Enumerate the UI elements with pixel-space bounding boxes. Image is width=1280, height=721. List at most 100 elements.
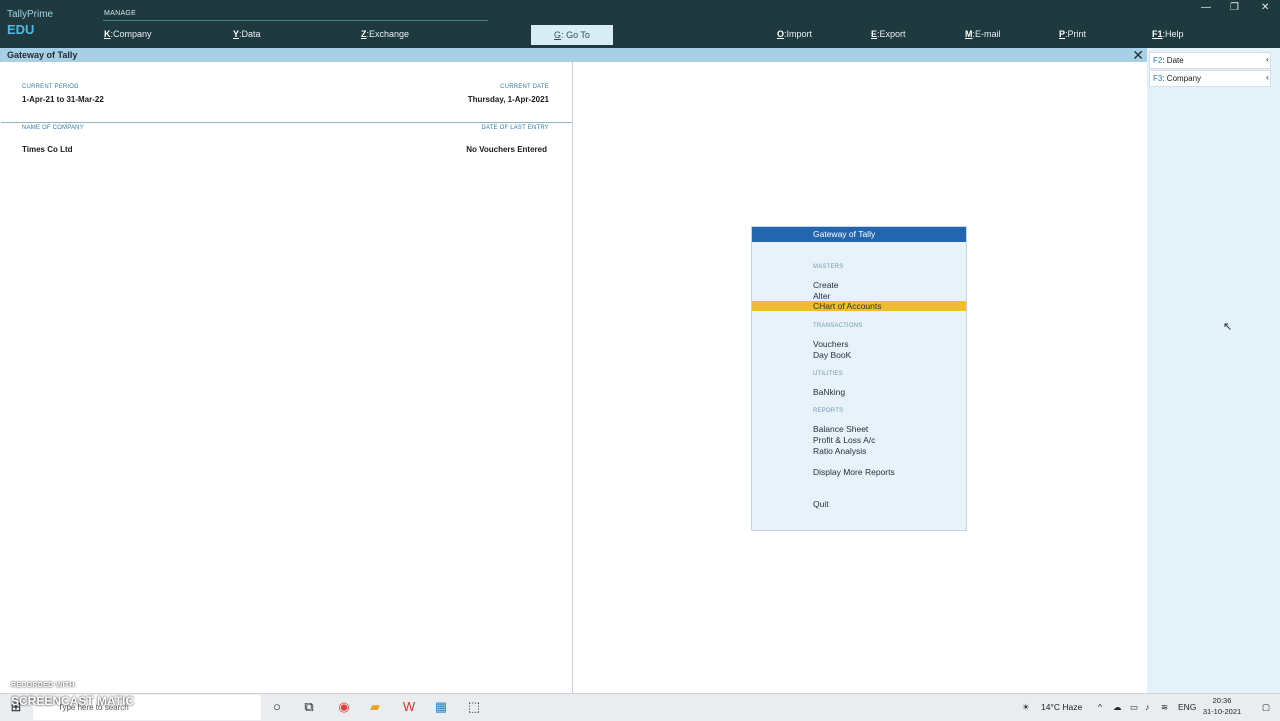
menu-quit[interactable]: Quit: [752, 499, 966, 509]
date-button-key: F2: [1153, 56, 1163, 65]
menu-help[interactable]: F1:Help: [1152, 29, 1184, 39]
page-title: Gateway of Tally: [7, 50, 78, 60]
menu-display-more-reports[interactable]: Display More Reports: [752, 467, 966, 477]
top-header: TallyPrime EDU MANAGE K:Company Y:Data Z…: [0, 0, 1280, 48]
current-date-label: CURRENT DATE: [500, 84, 549, 90]
manage-label: MANAGE: [104, 10, 137, 17]
menu-help-label: Help: [1165, 29, 1184, 39]
app-edition: EDU: [7, 22, 35, 37]
menu-alter-label: Alter: [813, 291, 831, 301]
menu-exchange-label: Exchange: [369, 29, 410, 39]
menu-balance-sheet[interactable]: Balance Sheet: [752, 424, 966, 434]
menu-email[interactable]: M:E-mail: [965, 29, 1001, 39]
clock-date: 31-10-2021: [1202, 707, 1242, 716]
menu-goto-key: G: [554, 30, 562, 40]
menu-goto-label: Go To: [566, 30, 590, 40]
volume-icon[interactable]: ♪: [1145, 702, 1149, 712]
panel-divider: [1, 122, 572, 123]
taskbar-clock[interactable]: 20:36 31-10-2021: [1202, 695, 1242, 717]
chevron-left-icon[interactable]: ‹: [1266, 54, 1269, 64]
menu-help-key: F1: [1152, 29, 1163, 39]
menu-vouchers[interactable]: Vouchers: [752, 339, 966, 349]
restore-icon[interactable]: ❐: [1230, 2, 1239, 13]
menu-display-more-reports-label: Display More Reports: [813, 467, 895, 477]
mouse-cursor-icon: ↖: [1223, 321, 1233, 333]
menu-alter[interactable]: Alter: [752, 291, 966, 301]
menu-print-key: P: [1059, 29, 1066, 39]
menu-data[interactable]: Y:Data: [233, 29, 261, 39]
menu-email-key: M: [965, 29, 973, 39]
battery-icon[interactable]: ▭: [1130, 702, 1138, 713]
transactions-section-label: TRANSACTIONS: [813, 323, 863, 329]
notification-icon[interactable]: ▢: [1262, 702, 1270, 713]
menu-exchange[interactable]: Z:Exchange: [361, 29, 409, 39]
current-date-value: Thursday, 1-Apr-2021: [467, 95, 549, 104]
menu-export[interactable]: E:Export: [871, 29, 906, 39]
menu-profit-loss-label: Profit & Loss A/c: [813, 435, 876, 445]
company-info-panel: CURRENT PERIOD 1-Apr-21 to 31-Mar-22 CUR…: [0, 62, 573, 693]
menu-chart-of-accounts[interactable]: CHart of Accounts: [752, 301, 966, 311]
menu-company-label: Company: [113, 29, 152, 39]
file-explorer-icon[interactable]: ▰: [367, 699, 383, 715]
gateway-titlebar: Gateway of Tally ✕: [0, 48, 1147, 62]
wifi-icon[interactable]: ≋: [1161, 702, 1168, 713]
current-period-value: 1-Apr-21 to 31-Mar-22: [22, 95, 104, 104]
menu-company[interactable]: K:Company: [104, 29, 152, 39]
menu-data-label: Data: [241, 29, 261, 39]
menu-profit-loss[interactable]: Profit & Loss A/c: [752, 435, 966, 445]
language-indicator[interactable]: ENG: [1178, 702, 1196, 712]
menu-banking[interactable]: BaNking: [752, 387, 966, 397]
menu-import[interactable]: O:Import: [777, 29, 812, 39]
menu-banking-label: BaNking: [813, 387, 846, 397]
snipping-tool-icon[interactable]: ⬚: [466, 699, 482, 715]
cloud-icon[interactable]: ☁: [1113, 702, 1122, 713]
chrome-icon[interactable]: ◉: [336, 699, 352, 715]
date-of-last-entry-label: DATE OF LAST ENTRY: [481, 125, 549, 131]
clock-time: 20:36: [1212, 696, 1232, 705]
menu-export-key: E: [871, 29, 878, 39]
wps-office-icon[interactable]: W: [401, 699, 417, 715]
company-name[interactable]: Times Co Ltd: [22, 145, 73, 154]
app-brand: TallyPrime EDU: [7, 9, 53, 38]
utilities-section-label: UTILITIES: [813, 371, 843, 377]
menu-create[interactable]: Create: [752, 280, 966, 290]
name-of-company-label: NAME OF COMPANY: [22, 125, 84, 131]
menu-create-label: Create: [813, 280, 839, 290]
menu-import-label: Import: [786, 29, 813, 39]
menu-company-key: K: [104, 29, 111, 39]
side-button-panel: F2: Date F3: Company: [1147, 48, 1280, 693]
menu-print-label: Print: [1067, 29, 1087, 39]
gateway-menu: Gateway of Tally MASTERS Create Alter CH…: [751, 226, 967, 531]
tally-app-icon[interactable]: ▦: [433, 699, 449, 715]
gateway-menu-title: Gateway of Tally: [752, 227, 966, 242]
menu-print[interactable]: P:Print: [1059, 29, 1086, 39]
cortana-icon[interactable]: ○: [269, 699, 285, 715]
gateway-menu-title-text: Gateway of Tally: [813, 229, 876, 239]
menu-goto[interactable]: G: Go To: [531, 25, 613, 45]
menu-day-book[interactable]: Day BooK: [752, 350, 966, 360]
menu-quit-label: Quit: [813, 499, 829, 509]
company-button[interactable]: F3: Company: [1149, 70, 1271, 87]
window-close-icon[interactable]: ✕: [1261, 2, 1269, 13]
date-button-label: Date: [1166, 56, 1184, 65]
minimize-icon[interactable]: —: [1201, 2, 1211, 13]
watermark-line1: RECORDED WITH: [11, 682, 75, 689]
masters-section-label: MASTERS: [813, 264, 844, 270]
menu-data-key: Y: [233, 29, 240, 39]
menu-day-book-label: Day BooK: [813, 350, 852, 360]
menu-email-label: E-mail: [975, 29, 1001, 39]
task-view-icon[interactable]: ⧉: [301, 699, 317, 715]
weather-text[interactable]: 14°C Haze: [1041, 702, 1082, 712]
date-button[interactable]: F2: Date: [1149, 52, 1271, 69]
company-button-key: F3: [1153, 74, 1163, 83]
manage-divider: [103, 20, 488, 21]
windows-taskbar: ⊞ Type here to search ○ ⧉ ◉ ▰ W ▦ ⬚ ☀ 14…: [0, 693, 1280, 721]
menu-chart-of-accounts-label: CHart of Accounts: [813, 301, 882, 311]
menu-vouchers-label: Vouchers: [813, 339, 849, 349]
chevron-left-icon[interactable]: ‹: [1266, 72, 1269, 82]
close-icon[interactable]: ✕: [1132, 48, 1144, 62]
menu-ratio-analysis[interactable]: Ratio Analysis: [752, 446, 966, 456]
weather-icon[interactable]: ☀: [1022, 702, 1030, 713]
menu-export-label: Export: [879, 29, 906, 39]
chevron-up-icon[interactable]: ^: [1098, 702, 1102, 712]
